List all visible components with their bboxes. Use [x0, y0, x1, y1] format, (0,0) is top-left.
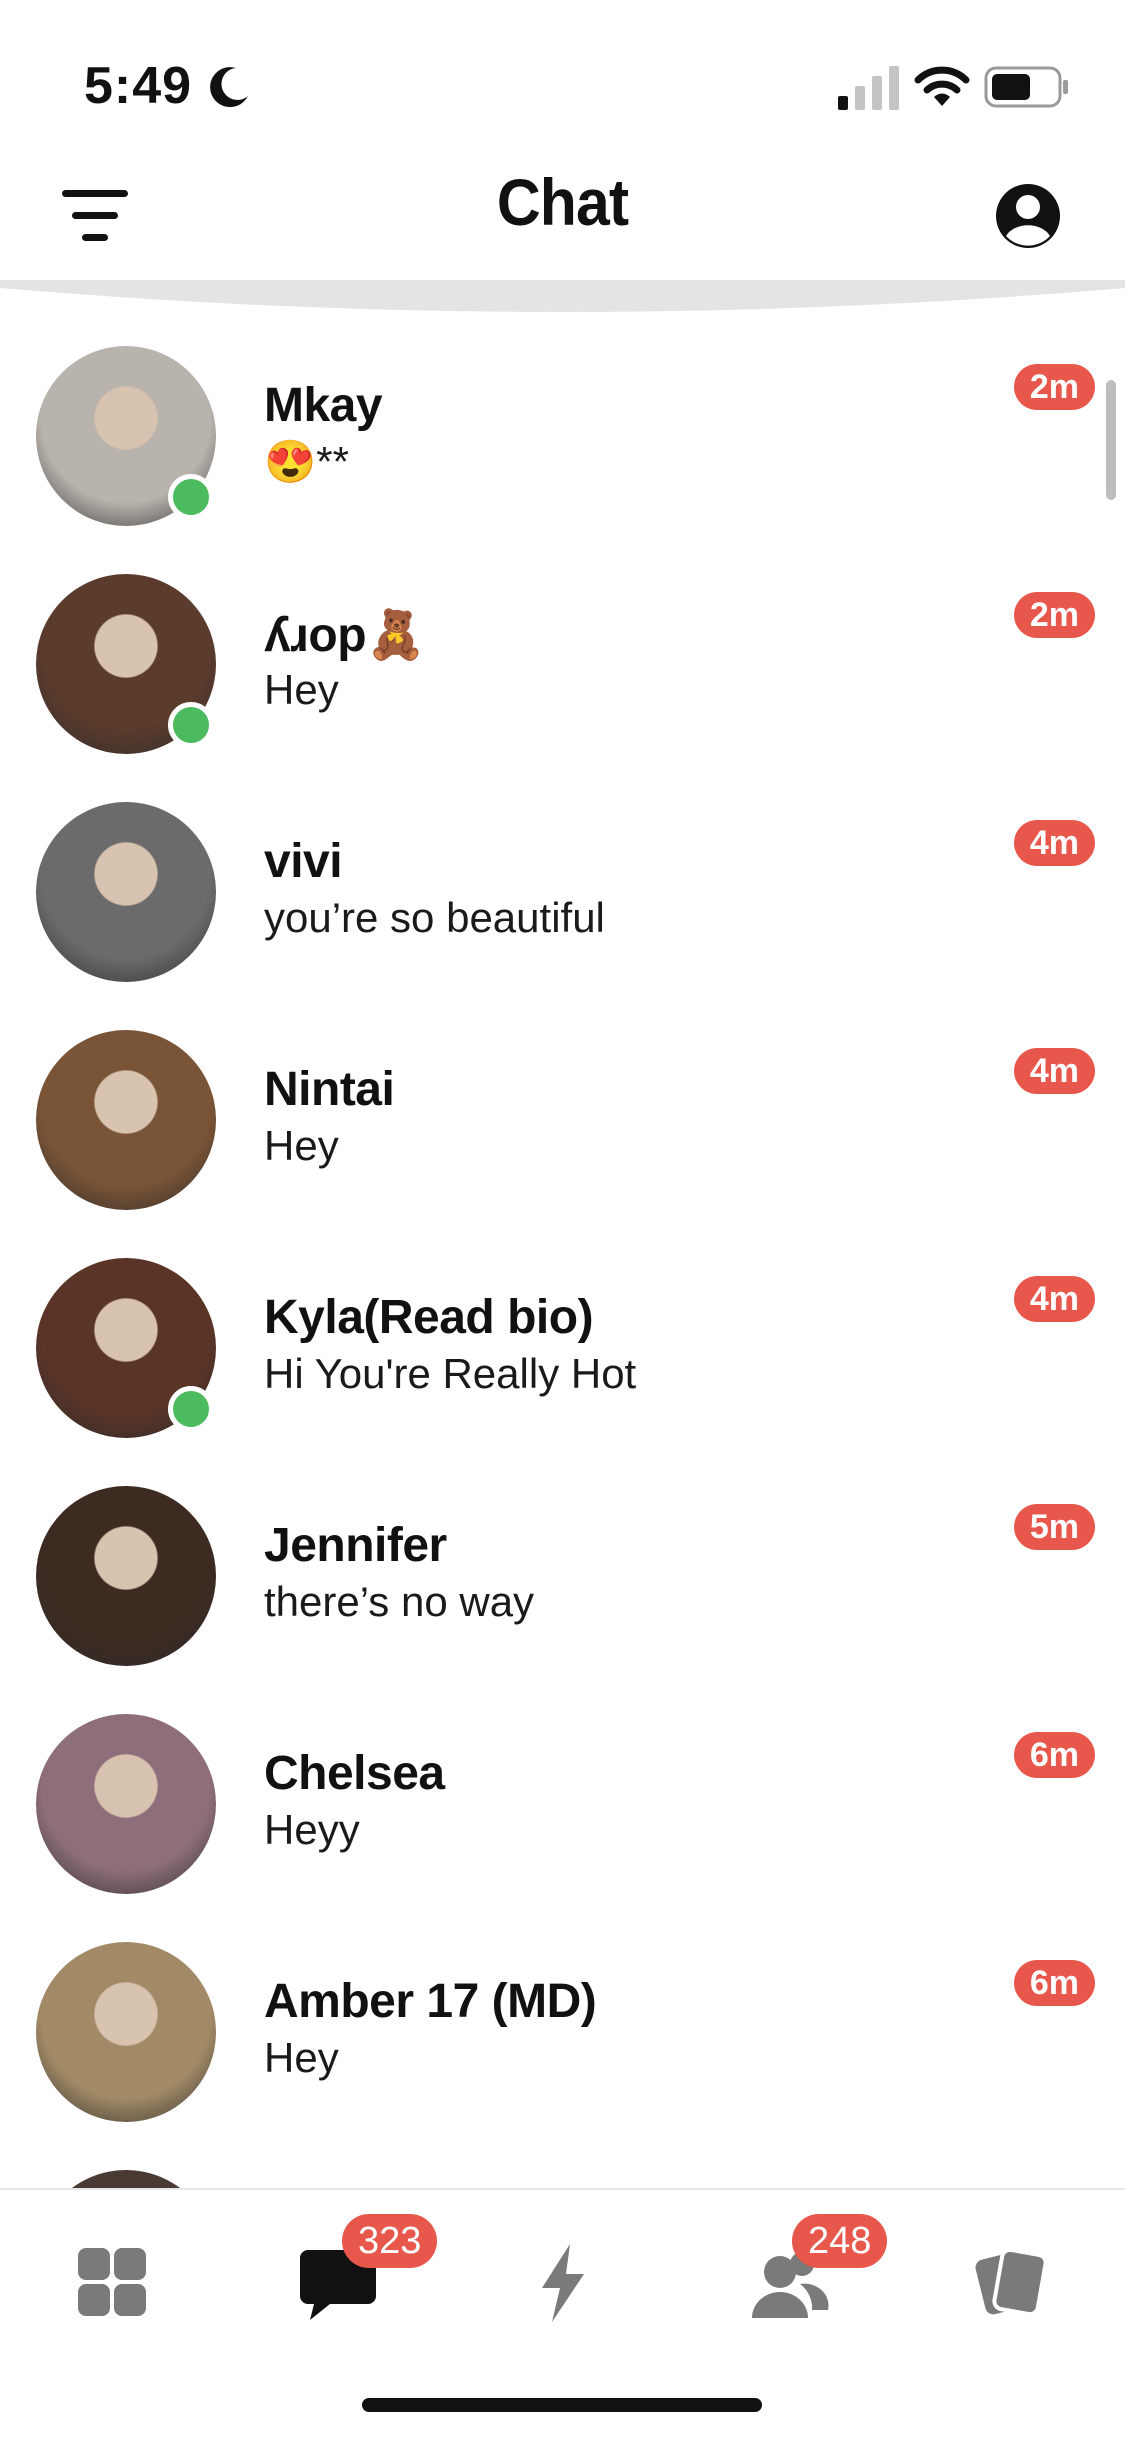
- tab-boost[interactable]: [514, 2234, 610, 2330]
- avatar[interactable]: [36, 802, 216, 982]
- chat-last-message: Heyy: [264, 1806, 360, 1853]
- chat-last-message: Hey: [264, 2034, 339, 2081]
- chat-name: Jennifer: [264, 1519, 447, 1572]
- chat-row[interactable]: Nintai Hey 4m: [0, 1006, 1125, 1234]
- chat-name: vivi: [264, 835, 343, 888]
- chat-name: Nintai: [264, 1063, 395, 1116]
- header-divider: [0, 280, 1125, 312]
- chat-last-message: Hi You're Really Hot: [264, 1350, 637, 1397]
- time-badge: 5m: [1013, 1504, 1095, 1550]
- lightning-icon: [542, 2244, 584, 2322]
- time-badge: 4m: [1013, 1048, 1095, 1094]
- status-bar: 5:49: [0, 0, 1125, 150]
- chat-row[interactable]: Chelsea Heyy 6m: [0, 1690, 1125, 1918]
- online-indicator: [168, 702, 214, 748]
- profile-icon[interactable]: [992, 180, 1064, 252]
- chat-last-message: Hey: [264, 1122, 339, 1169]
- time-badge: 2m: [1013, 592, 1095, 638]
- online-indicator: [168, 1386, 214, 1432]
- battery-icon: [984, 66, 1068, 108]
- time-badge: 2m: [1013, 364, 1095, 410]
- avatar[interactable]: [36, 1030, 216, 1210]
- avatar[interactable]: [36, 2170, 216, 2188]
- time-badge: 6m: [1013, 1732, 1095, 1778]
- wifi-icon: [914, 66, 970, 106]
- avatar[interactable]: [36, 1486, 216, 1666]
- signal-icon: [838, 66, 899, 110]
- tab-cards[interactable]: [964, 2234, 1060, 2330]
- chat-last-message: Hey: [264, 666, 339, 713]
- chat-last-message: you’re so beautiful: [264, 894, 605, 941]
- chat-row[interactable]: Jennifer there’s no way 5m: [0, 1462, 1125, 1690]
- cards-icon: [975, 2247, 1048, 2317]
- chat-name: Kyla(Read bio): [264, 1291, 594, 1344]
- scrollbar[interactable]: [1106, 380, 1116, 500]
- tab-discover[interactable]: [64, 2234, 160, 2330]
- chat-list[interactable]: Mkay 😍** 2m ʎɹop🧸 Hey 2m vivi you’re so beautif…: [0, 322, 1125, 2188]
- chat-header: Chat: [0, 150, 1125, 280]
- avatar[interactable]: [36, 1714, 216, 1894]
- grid-icon: [78, 2248, 146, 2316]
- chat-count-badge: 323: [342, 2214, 438, 2268]
- chat-name: Amber 17 (MD): [264, 1975, 597, 2028]
- people-count-badge: 248: [792, 2214, 888, 2268]
- chat-row[interactable]: Kyla(Read bio) Hi You're Really Hot 4m: [0, 1234, 1125, 1462]
- chat-row[interactable]: ʎɹop🧸 Hey 2m: [0, 550, 1125, 778]
- chat-name: ʎɹop🧸: [264, 609, 426, 662]
- chat-row[interactable]: Mkay 😍** 2m: [0, 322, 1125, 550]
- chat-name: Mkay: [264, 379, 383, 432]
- chat-last-message: 😍**: [264, 438, 349, 485]
- chat-row[interactable]: vivi you’re so beautiful 4m: [0, 778, 1125, 1006]
- avatar[interactable]: [36, 1942, 216, 2122]
- online-indicator: [168, 474, 214, 520]
- chat-name: Chelsea: [264, 1747, 445, 1800]
- time-badge: 4m: [1013, 1276, 1095, 1322]
- status-time: 5:49: [84, 57, 193, 115]
- time-badge: 4m: [1013, 820, 1095, 866]
- moon-icon: [210, 67, 248, 108]
- chat-row[interactable]: Amber 17 (MD) Hey 6m: [0, 1918, 1125, 2146]
- page-title: Chat: [496, 165, 629, 239]
- home-indicator: [362, 2398, 762, 2412]
- time-badge: 6m: [1013, 1960, 1095, 2006]
- chat-last-message: there’s no way: [264, 1578, 535, 1625]
